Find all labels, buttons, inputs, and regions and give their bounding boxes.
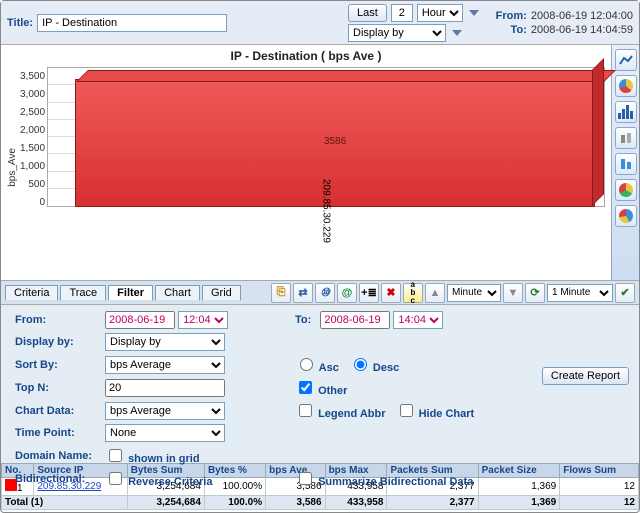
arrow-down-icon[interactable]: ▼ xyxy=(503,283,523,303)
toolbar-icon-4[interactable]: @ xyxy=(337,283,357,303)
last-n-input[interactable] xyxy=(391,4,413,22)
submit-icon[interactable]: ✔ xyxy=(615,283,635,303)
bar-value-label: 3586 xyxy=(324,136,346,147)
from-date-input[interactable] xyxy=(105,311,175,329)
last-unit-select[interactable]: Hour xyxy=(417,4,463,22)
time-point-select[interactable]: None xyxy=(105,424,225,442)
desc-radio[interactable]: Desc xyxy=(349,355,399,374)
toolbar-icon-1[interactable]: ⎘ xyxy=(271,283,291,303)
other-checkbox[interactable]: Other xyxy=(295,378,347,397)
sort-by-label: Sort By: xyxy=(15,359,105,371)
line-chart-icon[interactable] xyxy=(615,49,637,71)
chart-data-label: Chart Data: xyxy=(15,405,105,417)
toolbar-icon-2[interactable]: ⇄ xyxy=(293,283,313,303)
arrow-up-icon[interactable]: ▲ xyxy=(425,283,445,303)
to-datetime: 2008-06-19 14:04:59 xyxy=(531,24,633,36)
tab-chart[interactable]: Chart xyxy=(155,285,200,301)
donut-chart-icon[interactable] xyxy=(615,179,637,201)
refresh-icon[interactable]: ⟳ xyxy=(525,283,545,303)
stacked-bar-icon[interactable] xyxy=(615,153,637,175)
to-label-form: To: xyxy=(295,314,311,326)
domain-name-label: Domain Name: xyxy=(15,450,105,462)
tab-grid[interactable]: Grid xyxy=(202,285,241,301)
3d-bar-icon[interactable] xyxy=(615,127,637,149)
asc-radio[interactable]: Asc xyxy=(295,355,339,374)
time-point-label: Time Point: xyxy=(15,427,105,439)
toolbar-icon-3[interactable]: ⑩ xyxy=(315,283,335,303)
bidir-label: Bidirectional: xyxy=(15,473,105,485)
shown-in-grid-checkbox[interactable]: shown in grid xyxy=(105,446,200,465)
x-category-label: 209.85.30.229 xyxy=(321,179,332,243)
from-time-select[interactable]: 12:04 xyxy=(178,311,228,329)
tab-criteria[interactable]: Criteria xyxy=(5,285,58,301)
legend-abbr-checkbox[interactable]: Legend Abbr xyxy=(295,401,386,420)
minute-long-select[interactable]: 1 Minute xyxy=(547,284,613,302)
last-button[interactable]: Last xyxy=(348,4,387,22)
pie-chart-icon[interactable] xyxy=(615,205,637,227)
table-total-row: Total (1) 3,254,684 100.0% 3,586 433,958… xyxy=(2,496,639,510)
chart-data-select[interactable]: bps Average xyxy=(105,402,225,420)
toolbar-clear-icon[interactable]: ✖ xyxy=(381,283,401,303)
hide-chart-checkbox[interactable]: Hide Chart xyxy=(396,401,475,420)
sort-by-select[interactable]: bps Average xyxy=(105,356,225,374)
chart-bar: 3586 xyxy=(75,79,595,207)
tab-filter[interactable]: Filter xyxy=(108,285,153,301)
tab-trace[interactable]: Trace xyxy=(60,285,106,301)
3d-pie-icon[interactable] xyxy=(615,75,637,97)
chart-title: IP - Destination ( bps Ave ) xyxy=(7,49,605,63)
arrow-icon xyxy=(452,30,462,36)
from-label: From: xyxy=(491,10,527,22)
to-date-input[interactable] xyxy=(320,311,390,329)
arrow-icon xyxy=(469,10,479,16)
from-datetime: 2008-06-19 12:04:00 xyxy=(531,10,633,22)
create-report-button[interactable]: Create Report xyxy=(542,367,629,385)
summarize-checkbox[interactable]: Summarize Bidirectional Data xyxy=(295,469,473,488)
title-label: Title: xyxy=(7,17,33,29)
toolbar-zoom-in-icon[interactable]: +≣ xyxy=(359,283,379,303)
topn-input[interactable] xyxy=(105,379,225,397)
topn-label: Top N: xyxy=(15,382,105,394)
from-label-form: From: xyxy=(15,314,105,326)
bar-chart-icon[interactable] xyxy=(615,101,637,123)
display-by-select[interactable]: Display by xyxy=(105,333,225,351)
title-input[interactable] xyxy=(37,14,227,32)
display-by-select-top[interactable]: Display by xyxy=(348,24,446,42)
y-ticks: 3,500 3,000 2,500 2,000 1,500 1,000 500 … xyxy=(20,71,45,208)
display-by-label: Display by: xyxy=(15,336,105,348)
to-time-select[interactable]: 14:04 xyxy=(393,311,443,329)
y-axis-label: bps_Ave xyxy=(7,148,18,187)
reverse-checkbox[interactable]: Reverse Criteria xyxy=(105,469,212,488)
minute-short-select[interactable]: Minute xyxy=(447,284,501,302)
to-label: To: xyxy=(491,24,527,36)
toolbar-highlight-icon[interactable]: abc xyxy=(403,283,423,303)
